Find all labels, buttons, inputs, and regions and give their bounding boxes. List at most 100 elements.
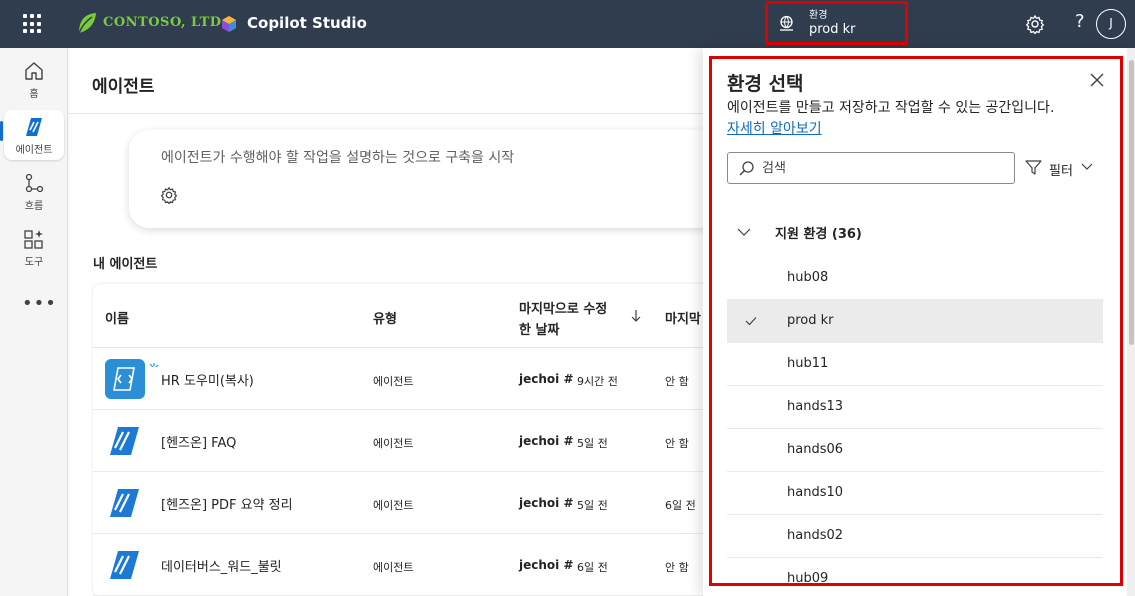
environment-option[interactable]: hands02 xyxy=(727,515,1103,558)
environment-name: hub08 xyxy=(787,270,829,285)
highlight-frame: 환경 선택 에이전트를 만들고 저장하고 작업할 수 있는 공간입니다. 자세히… xyxy=(709,56,1123,586)
modified-time: 9시간 전 xyxy=(577,375,618,388)
environment-option[interactable]: hub08 xyxy=(727,257,1103,300)
nav-item-label: 도구 xyxy=(24,257,44,268)
environment-option[interactable]: hands13 xyxy=(727,386,1103,429)
column-header-last[interactable]: 마지막 xyxy=(665,308,701,327)
filter-label: 필터 xyxy=(1049,164,1073,179)
app-launcher-icon[interactable] xyxy=(23,14,43,34)
main-content: 에이전트 에이전트가 수행해야 할 작업을 설명하는 것으로 구축을 시작 내 … xyxy=(69,48,703,596)
nav-item-label: 흐름 xyxy=(24,201,44,212)
agent-icon xyxy=(110,551,139,579)
prompt-settings-gear-icon[interactable] xyxy=(160,186,178,204)
copilot-studio-logo-icon xyxy=(222,16,236,32)
environment-option[interactable]: hub11 xyxy=(727,343,1103,386)
agent-type: 에이전트 xyxy=(373,375,414,388)
table-row[interactable]: [헨즈온] FAQ 에이전트 jechoi # 5일 전 안 함 xyxy=(93,410,703,472)
agent-code-icon xyxy=(105,359,145,399)
home-icon xyxy=(25,62,43,80)
modified-by: jechoi # xyxy=(519,558,574,572)
nav-item-tools[interactable]: 도구 xyxy=(4,222,64,272)
chevron-down-icon xyxy=(1081,163,1093,170)
nav-item-home[interactable]: 홈 xyxy=(4,54,64,104)
agent-prompt-input[interactable]: 에이전트가 수행해야 할 작업을 설명하는 것으로 구축을 시작 xyxy=(161,147,514,167)
sort-descending-icon[interactable] xyxy=(630,309,642,323)
column-header-type[interactable]: 유형 xyxy=(373,308,397,327)
environment-name: hands10 xyxy=(787,485,844,500)
environment-value: prod kr xyxy=(809,22,856,37)
table-row[interactable]: [헨즈온] PDF 요약 정리 에이전트 jechoi # 5일 전 6일 전 xyxy=(93,472,703,534)
scrollbar-thumb[interactable] xyxy=(1129,60,1134,345)
modified-time: 5일 전 xyxy=(577,437,608,450)
modified-by: jechoi # xyxy=(519,372,574,386)
nav-item-flows[interactable]: 흐름 xyxy=(4,166,64,216)
environment-option[interactable]: hands06 xyxy=(727,429,1103,472)
agent-prompt-card[interactable]: 에이전트가 수행해야 할 작업을 설명하는 것으로 구축을 시작 xyxy=(129,130,703,228)
new-sparkle-icon xyxy=(149,363,159,368)
last-published: 6일 전 xyxy=(665,499,696,512)
nav-item-label: 홈 xyxy=(29,89,39,100)
table-row[interactable]: 데이터버스_워드_불릿 에이전트 jechoi # 6일 전 안 함 xyxy=(93,534,703,596)
last-published: 안 함 xyxy=(665,561,689,574)
agents-table: 이름 유형 마지막으로 수정 한 날짜 마지막 HR 도우미(복사) 에이전트 … xyxy=(93,284,703,596)
table-row[interactable]: HR 도우미(복사) 에이전트 jechoi # 9시간 전 안 함 xyxy=(93,348,703,410)
environment-name: hands06 xyxy=(787,442,844,457)
nav-item-label: 에이전트 xyxy=(15,145,53,156)
last-published: 안 함 xyxy=(665,375,689,388)
nav-item-agents[interactable]: 에이전트 xyxy=(4,110,64,160)
environment-option[interactable]: hub09 xyxy=(727,558,1103,586)
last-published: 안 함 xyxy=(665,437,689,450)
filter-icon xyxy=(1025,160,1042,175)
left-navigation-rail: 홈 에이전트 흐름 도구 ••• xyxy=(0,48,68,596)
learn-more-link[interactable]: 자세히 알아보기 xyxy=(727,118,822,138)
environment-name: hands02 xyxy=(787,528,844,543)
user-avatar[interactable]: J xyxy=(1096,9,1126,39)
app-name: Copilot Studio xyxy=(247,14,367,32)
more-options-icon[interactable]: ••• xyxy=(22,293,57,314)
divider xyxy=(69,113,703,114)
my-agents-heading: 내 에이전트 xyxy=(93,257,158,272)
environment-option-selected[interactable]: prod kr xyxy=(727,300,1103,343)
environment-icon xyxy=(780,15,793,31)
top-bar: CONTOSO, LTD. Copilot Studio 환경 prod kr … xyxy=(0,0,1135,48)
agent-name[interactable]: [헨즈온] FAQ xyxy=(161,432,236,451)
contoso-logo-icon xyxy=(78,13,96,34)
agent-icon xyxy=(110,489,139,517)
table-header: 이름 유형 마지막으로 수정 한 날짜 마지막 xyxy=(93,284,703,348)
environment-label: 환경 xyxy=(809,10,828,21)
environment-select-panel: 환경 선택 에이전트를 만들고 저장하고 작업할 수 있는 공간입니다. 자세히… xyxy=(703,48,1135,596)
environment-picker-button[interactable]: 환경 prod kr xyxy=(765,1,908,45)
agents-icon xyxy=(26,118,42,136)
environment-option[interactable]: hands10 xyxy=(727,472,1103,515)
agent-type: 에이전트 xyxy=(373,437,414,450)
modified-time: 5일 전 xyxy=(577,499,608,512)
agent-name[interactable]: [헨즈온] PDF 요약 정리 xyxy=(161,494,293,513)
help-icon[interactable]: ? xyxy=(1075,11,1085,32)
tools-icon xyxy=(24,230,43,249)
panel-description: 에이전트를 만들고 저장하고 작업할 수 있는 공간입니다. xyxy=(727,100,1055,116)
environment-group-header[interactable]: 지원 환경 (36) xyxy=(727,217,1103,247)
environment-name: hub09 xyxy=(787,571,829,586)
checkmark-icon xyxy=(745,317,757,326)
environment-list: hub08 prod kr hub11 hands13 hands06 hand… xyxy=(727,257,1103,586)
filter-button[interactable]: 필터 xyxy=(1025,157,1099,179)
agent-type: 에이전트 xyxy=(373,499,414,512)
close-icon[interactable] xyxy=(1089,72,1105,88)
chevron-down-icon xyxy=(737,228,751,236)
agent-name[interactable]: 데이터버스_워드_불릿 xyxy=(161,556,282,575)
agent-name[interactable]: HR 도우미(복사) xyxy=(161,370,254,389)
environment-name: prod kr xyxy=(787,313,834,328)
column-header-name[interactable]: 이름 xyxy=(105,308,129,327)
search-input[interactable] xyxy=(762,158,1002,178)
panel-title: 환경 선택 xyxy=(727,73,804,95)
environment-search-box[interactable] xyxy=(727,152,1015,184)
agent-icon xyxy=(110,427,139,455)
company-name: CONTOSO, LTD. xyxy=(103,15,227,30)
search-icon xyxy=(739,161,754,176)
group-label: 지원 환경 (36) xyxy=(775,227,862,242)
agent-type: 에이전트 xyxy=(373,561,414,574)
settings-gear-icon[interactable] xyxy=(1025,14,1045,34)
active-nav-indicator xyxy=(0,121,3,141)
environment-name: hands13 xyxy=(787,399,844,414)
column-header-modified[interactable]: 마지막으로 수정 xyxy=(519,298,607,317)
